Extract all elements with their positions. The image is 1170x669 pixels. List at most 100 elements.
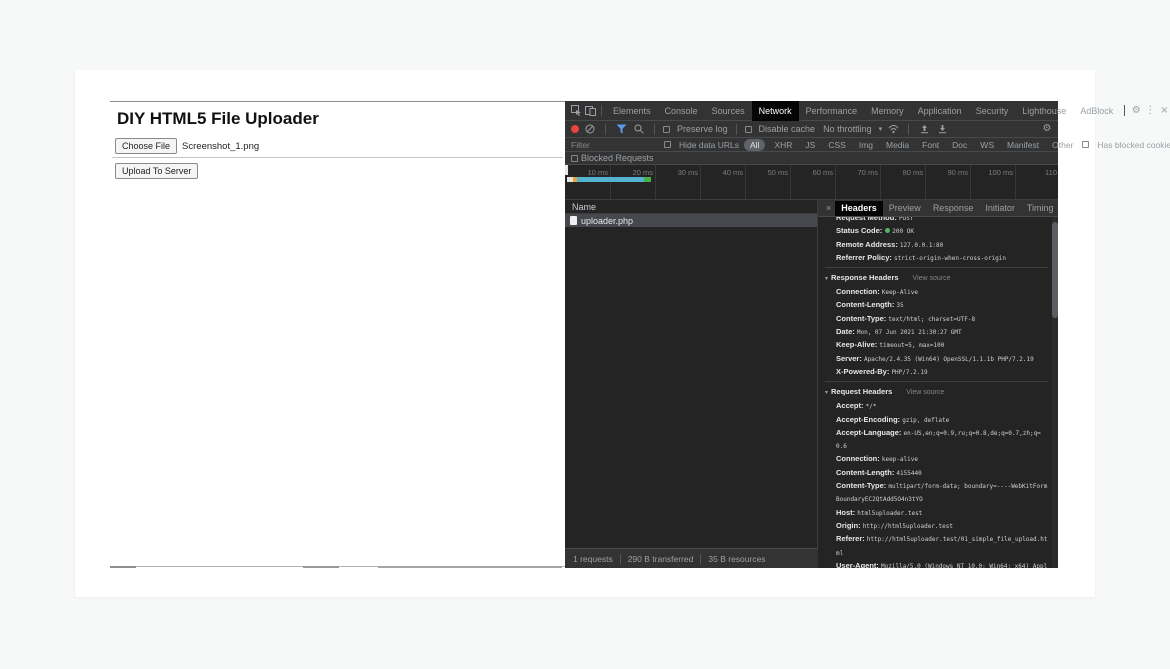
header-line: Content-Length: 4155440 bbox=[825, 467, 1048, 480]
tab-response[interactable]: Response bbox=[927, 201, 980, 216]
resources-size: 35 B resources bbox=[708, 554, 765, 564]
preserve-log-checkbox[interactable] bbox=[663, 126, 670, 133]
filter-input[interactable]: Filter bbox=[571, 140, 659, 150]
timeline-scrub-handle[interactable] bbox=[565, 165, 568, 175]
separator bbox=[700, 554, 701, 564]
waterfall-bar-end bbox=[644, 177, 651, 182]
hide-data-urls-checkbox[interactable] bbox=[664, 141, 671, 148]
device-toolbar-icon[interactable] bbox=[583, 104, 597, 118]
filter-chip-font[interactable]: Font bbox=[918, 140, 943, 150]
settings-gear-icon[interactable]: ⚙ bbox=[1129, 104, 1143, 118]
header-line: Content-Type: multipart/form-data; bound… bbox=[825, 480, 1048, 507]
header-line: Connection: keep-alive bbox=[825, 453, 1048, 466]
throttling-select[interactable]: No throttling bbox=[823, 124, 872, 134]
separator bbox=[736, 124, 737, 135]
close-devtools-icon[interactable]: × bbox=[1157, 104, 1170, 118]
timeline-tick: 70 ms bbox=[858, 168, 878, 177]
requests-table: Name uploader.php bbox=[565, 200, 818, 548]
choose-file-button[interactable]: Choose File bbox=[115, 138, 177, 154]
blocked-requests-checkbox[interactable] bbox=[571, 155, 578, 162]
request-count: 1 requests bbox=[573, 554, 613, 564]
tab-application[interactable]: Application bbox=[911, 101, 969, 121]
blocked-requests-label: Blocked Requests bbox=[581, 153, 654, 163]
header-line: Host: html5uploader.test bbox=[825, 507, 1048, 520]
network-settings-gear-icon[interactable]: ⚙ bbox=[1040, 122, 1054, 136]
timeline-tick: 30 ms bbox=[678, 168, 698, 177]
inspect-icon[interactable] bbox=[569, 104, 583, 118]
timeline-tick: 80 ms bbox=[903, 168, 923, 177]
timeline-tick: 110 bbox=[1045, 168, 1057, 177]
table-row[interactable]: uploader.php bbox=[565, 214, 817, 227]
network-conditions-icon[interactable] bbox=[886, 122, 900, 136]
divider bbox=[112, 157, 563, 158]
timeline-tick: 50 ms bbox=[768, 168, 788, 177]
details-scrollbar[interactable] bbox=[1052, 217, 1058, 568]
header-line: User-Agent: Mozilla/5.0 (Windows NT 10.0… bbox=[825, 560, 1048, 568]
filter-chip-js[interactable]: JS bbox=[801, 140, 819, 150]
devtools-panel: Elements Console Sources Network Perform… bbox=[565, 101, 1058, 568]
header-line: Accept-Language: en-US,en;q=0.9,ru;q=0.8… bbox=[825, 427, 1048, 454]
timeline-tick: 20 ms bbox=[633, 168, 653, 177]
tab-network[interactable]: Network bbox=[752, 101, 799, 121]
filter-chip-other[interactable]: Other bbox=[1048, 140, 1077, 150]
request-name: uploader.php bbox=[581, 216, 633, 226]
upload-button[interactable]: Upload To Server bbox=[115, 163, 198, 179]
separator bbox=[654, 124, 655, 135]
filter-chip-xhr[interactable]: XHR bbox=[770, 140, 796, 150]
tab-performance[interactable]: Performance bbox=[799, 101, 865, 121]
details-tabbar: × Headers Preview Response Initiator Tim… bbox=[818, 200, 1058, 217]
view-source-link[interactable]: View source bbox=[906, 389, 944, 396]
timeline-tick: 60 ms bbox=[813, 168, 833, 177]
tab-adblock[interactable]: AdBlock bbox=[1073, 101, 1120, 121]
tab-preview[interactable]: Preview bbox=[883, 201, 927, 216]
header-line: Referer: http://html5uploader.test/01_si… bbox=[825, 533, 1048, 560]
blocked-requests-bar: Blocked Requests bbox=[565, 152, 1058, 165]
disable-cache-checkbox[interactable] bbox=[745, 126, 752, 133]
filter-chip-css[interactable]: CSS bbox=[824, 140, 849, 150]
request-headers-section[interactable]: ▾Request Headers View source bbox=[825, 381, 1048, 400]
disclosure-triangle-icon: ▾ bbox=[825, 389, 828, 396]
tab-elements[interactable]: Elements bbox=[606, 101, 658, 121]
search-icon[interactable] bbox=[632, 122, 646, 136]
tab-security[interactable]: Security bbox=[969, 101, 1016, 121]
tab-timing[interactable]: Timing bbox=[1021, 201, 1060, 216]
header-line: Content-Type: text/html; charset=UTF-8 bbox=[825, 313, 1048, 326]
preserve-log-label: Preserve log bbox=[677, 124, 728, 134]
tab-console[interactable]: Console bbox=[658, 101, 705, 121]
horizontal-scrollbar[interactable] bbox=[110, 565, 565, 569]
separator bbox=[908, 124, 909, 135]
document-icon bbox=[570, 216, 577, 225]
filter-funnel-icon[interactable] bbox=[614, 122, 628, 136]
response-headers-section[interactable]: ▾Response HeadersView source bbox=[825, 267, 1048, 286]
has-blocked-cookies-checkbox[interactable] bbox=[1082, 141, 1089, 148]
scrollbar-thumb[interactable] bbox=[1052, 222, 1058, 318]
tab-sources[interactable]: Sources bbox=[705, 101, 752, 121]
page-title: DIY HTML5 File Uploader bbox=[117, 109, 319, 129]
timeline-tick: 90 ms bbox=[948, 168, 968, 177]
filter-chip-media[interactable]: Media bbox=[882, 140, 913, 150]
more-menu-icon[interactable]: ⋮ bbox=[1143, 104, 1157, 118]
selected-file-name: Screenshot_1.png bbox=[182, 141, 259, 152]
column-header-name[interactable]: Name bbox=[565, 200, 817, 214]
tab-initiator[interactable]: Initiator bbox=[979, 201, 1021, 216]
filter-chip-ws[interactable]: WS bbox=[976, 140, 998, 150]
tab-lighthouse[interactable]: Lighthouse bbox=[1015, 101, 1073, 121]
header-line: Date: Mon, 07 Jun 2021 21:30:27 GMT bbox=[825, 326, 1048, 339]
export-har-icon[interactable] bbox=[935, 122, 949, 136]
header-line: Origin: http://html5uploader.test bbox=[825, 520, 1048, 533]
section-title: Request Headers bbox=[831, 387, 892, 396]
import-har-icon[interactable] bbox=[917, 122, 931, 136]
filter-chip-img[interactable]: Img bbox=[855, 140, 877, 150]
record-icon[interactable] bbox=[571, 125, 579, 133]
clear-icon[interactable] bbox=[583, 122, 597, 136]
view-source-link[interactable]: View source bbox=[913, 275, 951, 282]
filter-chip-manifest[interactable]: Manifest bbox=[1003, 140, 1043, 150]
timeline-overview[interactable]: 10 ms 20 ms 30 ms 40 ms 50 ms 60 ms 70 m… bbox=[565, 165, 1058, 200]
tab-headers[interactable]: Headers bbox=[835, 201, 883, 216]
filter-chip-doc[interactable]: Doc bbox=[948, 140, 971, 150]
filter-chip-all[interactable]: All bbox=[744, 139, 765, 151]
tab-memory[interactable]: Memory bbox=[864, 101, 911, 121]
separator bbox=[601, 105, 602, 116]
header-line: X-Powered-By: PHP/7.2.19 bbox=[825, 366, 1048, 379]
close-details-icon[interactable]: × bbox=[822, 203, 835, 213]
